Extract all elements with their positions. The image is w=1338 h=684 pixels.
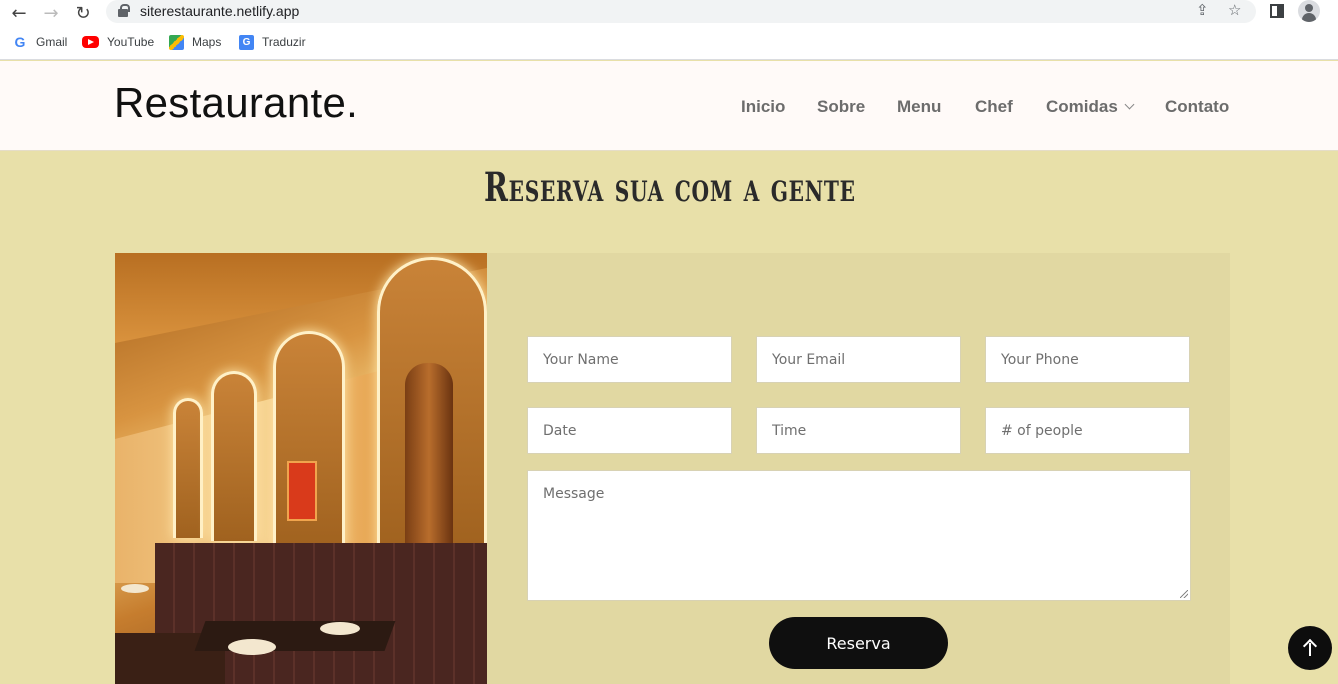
wall-poster <box>287 461 317 521</box>
message-textarea[interactable] <box>527 470 1191 601</box>
name-input[interactable] <box>527 336 732 383</box>
bookmark-gmail[interactable]: G Gmail <box>12 34 68 50</box>
date-input[interactable] <box>527 407 732 454</box>
nav-contato[interactable]: Contato <box>1165 97 1229 117</box>
profile-avatar-icon[interactable] <box>1298 0 1320 22</box>
restaurant-interior-photo <box>115 253 487 684</box>
bookmark-label: Traduzir <box>262 35 306 49</box>
nav-chef[interactable]: Chef <box>975 97 1013 117</box>
chevron-down-icon <box>1124 99 1135 110</box>
back-arrow-icon[interactable]: ← <box>8 2 30 24</box>
bookmark-label: YouTube <box>107 35 155 49</box>
reserve-button[interactable]: Reserva <box>769 617 948 669</box>
arrow-up-icon <box>1303 640 1317 656</box>
bookmark-maps[interactable]: Maps <box>169 34 221 50</box>
bookmark-youtube[interactable]: YouTube <box>82 34 154 50</box>
dining-table <box>194 621 396 651</box>
resize-grip-icon[interactable] <box>1180 590 1188 598</box>
arch-mirror <box>211 371 257 541</box>
bookmark-label: Gmail <box>36 35 68 49</box>
nav-sobre[interactable]: Sobre <box>817 97 865 117</box>
address-bar-url: siterestaurante.netlify.app <box>140 3 300 19</box>
maps-icon <box>169 34 184 50</box>
nav-comidas[interactable]: Comidas <box>1046 97 1135 117</box>
youtube-icon <box>82 36 99 48</box>
nav-inicio[interactable]: Inicio <box>741 97 785 117</box>
lock-icon <box>118 4 130 17</box>
side-panel-icon[interactable] <box>1270 4 1284 18</box>
nav-comidas-label: Comidas <box>1046 97 1118 116</box>
reload-icon[interactable]: ↻ <box>72 2 94 24</box>
arch-mirror <box>173 398 203 538</box>
people-input[interactable] <box>985 407 1190 454</box>
site-header: Restaurante. Inicio Sobre Menu Chef Comi… <box>0 61 1338 151</box>
nav-menu[interactable]: Menu <box>897 97 941 117</box>
translate-icon: G <box>239 34 254 50</box>
section-title: Reserva sua com a gente <box>483 164 856 211</box>
email-input[interactable] <box>756 336 961 383</box>
browser-toolbar: ← → ↻ siterestaurante.netlify.app ⇪ ☆ <box>0 0 1338 28</box>
bookmark-label: Maps <box>192 35 222 49</box>
time-input[interactable] <box>756 407 961 454</box>
site-logo[interactable]: Restaurante. <box>114 79 358 127</box>
google-icon: G <box>14 34 26 50</box>
bookmark-star-icon[interactable]: ☆ <box>1228 1 1241 19</box>
bookmarks-bar: G Gmail YouTube Maps G Traduzir <box>0 28 1338 60</box>
bookmark-traduzir[interactable]: G Traduzir <box>239 34 306 50</box>
phone-input[interactable] <box>985 336 1190 383</box>
share-icon[interactable]: ⇪ <box>1196 1 1209 19</box>
address-bar[interactable]: siterestaurante.netlify.app ⇪ ☆ <box>106 0 1256 23</box>
forward-arrow-icon[interactable]: → <box>40 2 62 24</box>
back-to-top-button[interactable] <box>1288 626 1332 670</box>
